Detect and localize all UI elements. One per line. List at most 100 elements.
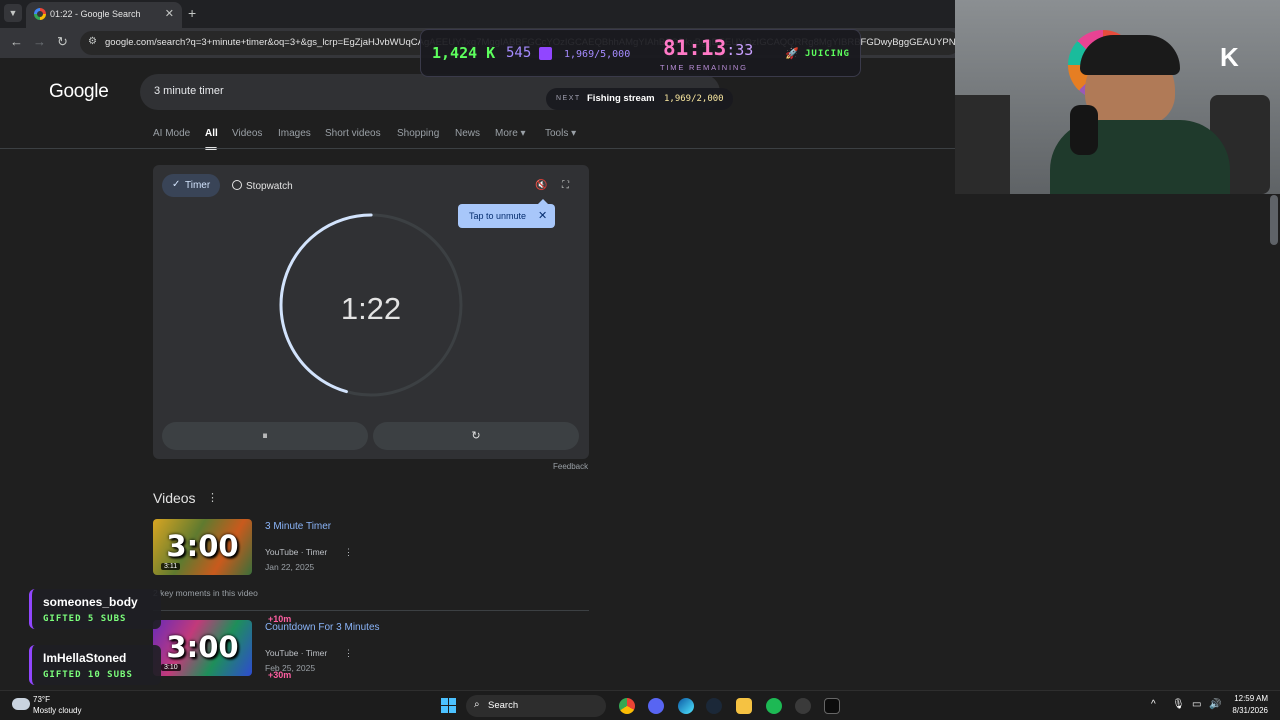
start-icon-tile — [449, 706, 456, 713]
taskbar-search[interactable]: ⌕ Search — [466, 695, 606, 717]
discord-icon[interactable] — [648, 698, 664, 714]
back-button[interactable]: ← — [10, 34, 23, 49]
tooltip-close-icon[interactable]: ✕ — [538, 209, 547, 222]
screen: ▼ 01:22 - Google Search ✕ + ← → ↻ ⚙ goog… — [0, 0, 1280, 720]
video-source: YouTube · Timer — [265, 648, 328, 658]
gift-alert: ImHellaStoned GIFTED 10 SUBS — [29, 645, 161, 685]
timer-widget: ✓ Timer Stopwatch 🔇 ⛶ Tap to unmute ✕ 1:… — [153, 165, 589, 459]
tab-short-videos[interactable]: Short videos — [325, 128, 381, 139]
stopwatch-mode-label: Stopwatch — [246, 181, 293, 192]
video-thumbnail[interactable]: 3:00 3:11 — [153, 519, 252, 575]
reset-button[interactable]: ↻ — [373, 422, 579, 450]
gift-alert: someones_body GIFTED 5 SUBS — [29, 589, 161, 629]
tab-ai-mode[interactable]: AI Mode — [153, 128, 190, 139]
gift-text: GIFTED 5 SUBS — [43, 614, 127, 624]
tab-title: 01:22 - Google Search — [50, 9, 141, 19]
fullscreen-icon[interactable]: ⛶ — [562, 180, 569, 191]
tab-tools[interactable]: Tools ▾ — [545, 128, 576, 139]
viewer-count: 545 — [506, 45, 532, 61]
tray-overflow-icon[interactable]: ^ — [1151, 699, 1156, 710]
network-icon[interactable]: ▭ — [1192, 699, 1201, 710]
file-explorer-icon[interactable] — [736, 698, 752, 714]
search-query: 3 minute timer — [154, 85, 224, 97]
weather-description[interactable]: Mostly cloudy — [33, 706, 81, 715]
edge-icon[interactable] — [678, 698, 694, 714]
clock-icon — [232, 180, 242, 190]
videos-heading: Videos — [153, 490, 196, 506]
next-goal-value: 1,969/2,000 — [664, 94, 724, 104]
tab-all[interactable]: All — [205, 128, 218, 139]
tab-close-button[interactable]: ✕ — [165, 7, 174, 20]
key-moments-toggle[interactable]: 2 key moments in this video — [153, 588, 258, 598]
time-remaining-label: TIME REMAINING — [660, 63, 748, 72]
tab-videos[interactable]: Videos — [232, 128, 262, 139]
rocket-icon: 🚀 — [785, 48, 799, 60]
obs-icon[interactable] — [795, 698, 811, 714]
tab-more[interactable]: More ▾ — [495, 128, 526, 139]
video-options-icon[interactable]: ⋮ — [344, 547, 353, 558]
subathon-timer-seconds: :33 — [726, 41, 754, 59]
webcam-desk — [955, 95, 1010, 194]
next-goal-overlay: NEXT Fishing stream 1,969/2,000 — [546, 88, 733, 110]
taskbar-time[interactable]: 12:59 AM — [1232, 694, 1268, 703]
taskbar-search-label: Search — [488, 700, 519, 711]
video-duration: 3:10 — [161, 664, 181, 671]
timer-display[interactable]: 1:22 — [293, 291, 449, 327]
sub-goal: 1,969/5,000 — [564, 49, 631, 60]
unmute-tooltip: Tap to unmute ✕ — [458, 199, 555, 228]
google-logo[interactable]: Google — [49, 81, 109, 103]
start-button[interactable] — [441, 698, 456, 713]
check-icon: ✓ — [172, 179, 181, 190]
next-label: NEXT — [556, 95, 581, 102]
site-info-icon[interactable]: ⚙ — [88, 36, 97, 47]
weather-temp[interactable]: 73°F — [33, 695, 50, 704]
timer-mode-label: Timer — [185, 180, 211, 191]
tab-search-button[interactable]: ▼ — [4, 4, 22, 22]
subathon-timer: 81:13:33 — [663, 36, 753, 60]
stopwatch-mode-button[interactable]: Stopwatch — [232, 180, 293, 192]
video-title-link[interactable]: 3 Minute Timer — [265, 521, 331, 532]
volume-icon[interactable]: 🔊 — [1209, 699, 1221, 710]
weather-cloud-icon[interactable] — [12, 698, 30, 710]
steam-icon[interactable] — [706, 698, 722, 714]
page-scrollbar[interactable] — [1270, 195, 1278, 245]
video-options-icon[interactable]: ⋮ — [344, 648, 353, 659]
gifter-name: ImHellaStoned — [43, 651, 127, 665]
next-goal-name: Fishing stream — [587, 93, 655, 104]
tab-news[interactable]: News — [455, 128, 480, 139]
gifter-name: someones_body — [43, 595, 138, 609]
start-icon-tile — [441, 706, 448, 713]
spotify-icon[interactable] — [766, 698, 782, 714]
video-source: YouTube · Timer — [265, 547, 328, 557]
sub-count: 1,424 K — [432, 44, 496, 62]
twitch-icon — [539, 47, 552, 60]
videos-more-icon[interactable]: ⋮ — [207, 491, 218, 504]
windows-taskbar: 73°F Mostly cloudy ⌕ Search ^ 🎙 ▭ 🔊 12:5… — [0, 690, 1280, 720]
subathon-timer-main: 81:13 — [663, 36, 727, 60]
time-added: +30m — [268, 670, 292, 680]
video-thumbnail[interactable]: 3:00 3:10 — [153, 620, 252, 676]
start-icon-tile — [449, 698, 456, 705]
browser-tab[interactable]: 01:22 - Google Search ✕ — [26, 2, 182, 28]
terminal-icon[interactable] — [824, 698, 840, 714]
tab-images[interactable]: Images — [278, 128, 311, 139]
pause-button[interactable]: ⏸ — [162, 422, 368, 450]
tab-shopping[interactable]: Shopping — [397, 128, 439, 139]
reload-button[interactable]: ↻ — [57, 34, 68, 50]
thumbnail-text: 3:00 — [166, 529, 239, 563]
google-favicon-icon — [34, 8, 46, 20]
chrome-icon[interactable] — [619, 698, 635, 714]
video-date: Jan 22, 2025 — [265, 562, 315, 572]
juicing-label: JUICING — [805, 49, 850, 59]
start-icon-tile — [441, 698, 448, 705]
time-added: +10m — [268, 614, 292, 624]
forward-button[interactable]: → — [33, 34, 46, 49]
taskbar-date[interactable]: 8/31/2026 — [1226, 706, 1268, 715]
gift-text: GIFTED 10 SUBS — [43, 670, 133, 680]
new-tab-button[interactable]: + — [188, 5, 196, 21]
mute-icon[interactable]: 🔇 — [535, 180, 547, 191]
timer-mode-button[interactable]: ✓ Timer — [162, 174, 220, 197]
feedback-link[interactable]: Feedback — [553, 462, 588, 471]
k-logo-icon: K — [1220, 42, 1239, 72]
microphone-icon[interactable]: 🎙 — [1172, 699, 1185, 710]
